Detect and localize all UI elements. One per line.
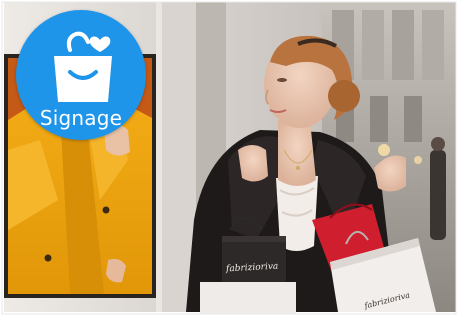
- signage-badge: Signage: [16, 10, 146, 140]
- signage-label: Signage: [39, 106, 123, 130]
